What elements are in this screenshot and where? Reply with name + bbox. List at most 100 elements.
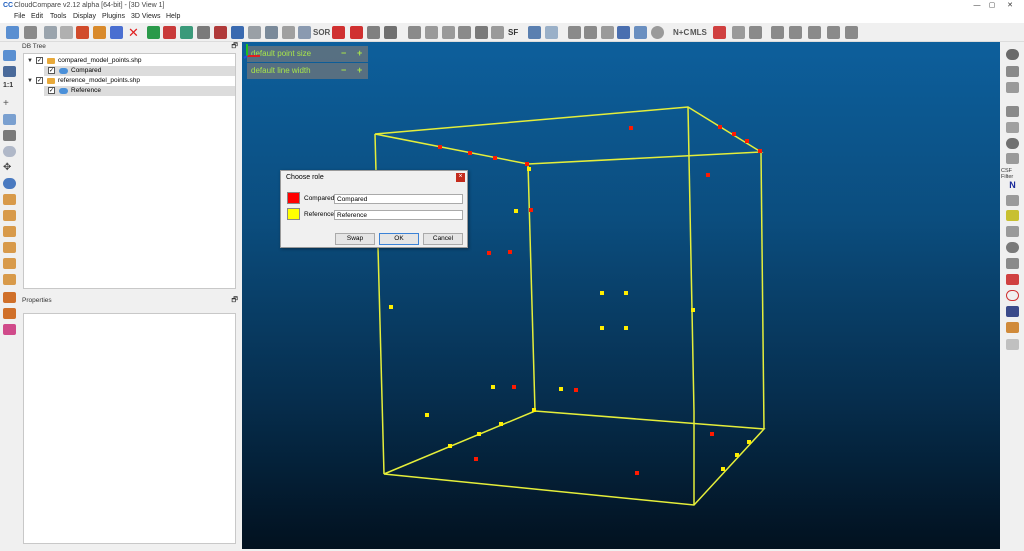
translate-icon[interactable] — [76, 26, 89, 39]
sphere-tool-icon[interactable] — [1006, 242, 1019, 253]
menu-3d-views[interactable]: 3D Views — [131, 13, 160, 20]
expand-arrow-icon[interactable]: ▼ — [27, 56, 33, 66]
plot-icon[interactable] — [1006, 82, 1019, 93]
view-back-left-icon[interactable] — [3, 242, 16, 253]
point-size-minus-button[interactable]: − — [341, 48, 346, 58]
cancel-button[interactable]: Cancel — [423, 233, 463, 245]
ellipse-icon[interactable] — [1006, 290, 1019, 301]
view-side-icon[interactable] — [3, 226, 16, 237]
label-icon[interactable] — [408, 26, 421, 39]
delete-icon[interactable]: ✕ — [127, 26, 140, 39]
view-right-left-icon[interactable] — [3, 274, 16, 285]
clone-icon[interactable] — [44, 26, 57, 39]
plus-icon[interactable] — [475, 26, 488, 39]
iso-view-2-icon[interactable] — [3, 308, 16, 319]
sf-button[interactable]: SF — [508, 26, 518, 39]
curve-icon[interactable] — [713, 26, 726, 39]
point-size-plus-button[interactable]: + — [357, 48, 362, 58]
checkbox[interactable]: ✓ — [48, 87, 55, 94]
pivot-icon[interactable] — [3, 114, 16, 125]
sor-button[interactable]: SOR — [313, 26, 330, 39]
no-entry-icon[interactable] — [1006, 49, 1019, 60]
view-iso-icon[interactable] — [845, 26, 858, 39]
label-tool-icon[interactable] — [1006, 322, 1019, 333]
area-icon[interactable] — [442, 26, 455, 39]
mesh-tool-icon[interactable] — [1006, 226, 1019, 237]
undock-icon[interactable]: 🗗 — [231, 42, 238, 52]
shield-icon[interactable] — [1006, 153, 1019, 164]
angle-icon[interactable] — [425, 26, 438, 39]
compared-name-field[interactable]: Compared — [334, 194, 463, 204]
pick-icon[interactable] — [163, 26, 176, 39]
eye-icon[interactable] — [749, 26, 762, 39]
grid-icon[interactable] — [458, 26, 471, 39]
move-view-icon[interactable]: ✥ — [3, 162, 16, 173]
box-icon[interactable] — [491, 26, 504, 39]
distance-icon[interactable] — [231, 26, 244, 39]
display-icon[interactable] — [617, 26, 630, 39]
tree-item-reference-cloud[interactable]: ✓ Reference — [44, 86, 235, 96]
zoom-1to1-icon[interactable]: 1:1 — [3, 82, 16, 93]
menu-plugins[interactable]: Plugins — [102, 13, 125, 20]
north-icon[interactable]: N — [1006, 180, 1019, 191]
sf-icon[interactable] — [147, 26, 160, 39]
save-icon[interactable] — [24, 26, 37, 39]
view-left-icon[interactable] — [808, 26, 821, 39]
dome-icon[interactable] — [1006, 339, 1019, 350]
view-icon[interactable] — [601, 26, 614, 39]
ransac-icon[interactable] — [1006, 210, 1019, 221]
perspective-icon[interactable] — [3, 130, 16, 141]
cross-section-icon[interactable] — [1006, 258, 1019, 269]
tree-item-compared-file[interactable]: ▼ ✓ compared_model_points.shp — [24, 56, 235, 66]
csf-filter-label[interactable]: CSF Filter — [1001, 168, 1024, 180]
line-width-minus-button[interactable]: − — [341, 65, 346, 75]
menu-display[interactable]: Display — [73, 13, 96, 20]
view-right-icon[interactable] — [827, 26, 840, 39]
render-icon[interactable] — [634, 26, 647, 39]
view-bottom-icon[interactable] — [3, 258, 16, 269]
compute-icon[interactable] — [282, 26, 295, 39]
cross-icon[interactable] — [350, 26, 363, 39]
compass-icon[interactable] — [1006, 138, 1019, 149]
dialog-close-button[interactable]: × — [456, 173, 465, 182]
undock-icon[interactable]: 🗗 — [231, 296, 238, 306]
ok-button[interactable]: OK — [379, 233, 419, 245]
menu-tools[interactable]: Tools — [50, 13, 66, 20]
3d-view[interactable]: default point size − + default line widt… — [242, 42, 1000, 549]
view-front-icon[interactable] — [771, 26, 784, 39]
zoom-icon[interactable] — [3, 178, 16, 189]
tree-item-reference-file[interactable]: ▼ ✓ reference_model_points.shp — [24, 76, 235, 86]
crosshair-icon[interactable]: + — [3, 98, 16, 109]
sf-compute-icon[interactable] — [545, 26, 558, 39]
iso-view-1-icon[interactable] — [3, 292, 16, 303]
gradient-icon[interactable] — [298, 26, 311, 39]
c2c-icon[interactable] — [248, 26, 261, 39]
menu-file[interactable]: File — [14, 13, 25, 20]
move-icon[interactable] — [332, 26, 345, 39]
fm-icon[interactable] — [584, 26, 597, 39]
subsample-icon[interactable] — [110, 26, 123, 39]
checkbox[interactable]: ✓ — [36, 57, 43, 64]
view-top-icon[interactable] — [3, 194, 16, 205]
viewport-icon[interactable] — [3, 50, 16, 61]
merge-icon[interactable] — [60, 26, 73, 39]
view-back-icon[interactable] — [789, 26, 802, 39]
section-icon[interactable] — [1006, 106, 1019, 117]
reference-color-swatch[interactable] — [287, 208, 300, 220]
fit-icon[interactable] — [367, 26, 380, 39]
tree-item-compared-cloud[interactable]: ✓ Compared — [44, 66, 235, 76]
filter-icon[interactable] — [732, 26, 745, 39]
magnet-icon[interactable] — [1006, 306, 1019, 317]
mls-button[interactable]: MLS — [690, 26, 707, 39]
compared-color-swatch[interactable] — [287, 192, 300, 204]
c2m-icon[interactable] — [265, 26, 278, 39]
registration-icon[interactable] — [214, 26, 227, 39]
sf-list-icon[interactable] — [528, 26, 541, 39]
close-window-button[interactable]: ✕ — [995, 0, 1024, 11]
kd-icon[interactable] — [568, 26, 581, 39]
reference-name-field[interactable]: Reference — [334, 210, 463, 220]
menu-help[interactable]: Help — [166, 13, 180, 20]
color-icon[interactable] — [3, 324, 16, 335]
crop-icon[interactable] — [1006, 66, 1019, 77]
expand-arrow-icon[interactable]: ▼ — [27, 76, 33, 86]
